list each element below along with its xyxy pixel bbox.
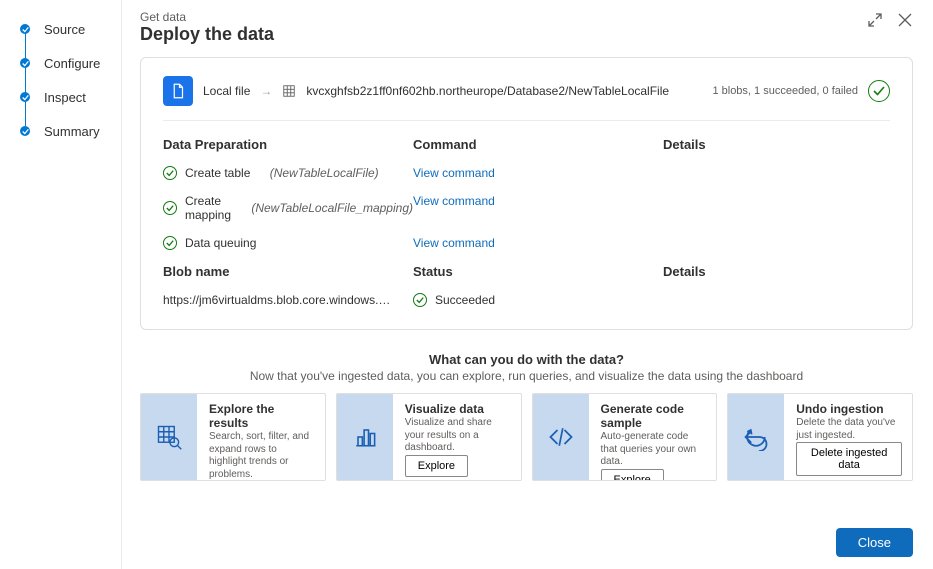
check-icon [163, 201, 177, 215]
prep-label: Create mapping [185, 194, 232, 222]
tile-title: Undo ingestion [796, 402, 902, 416]
col-details: Details [663, 137, 890, 152]
step-connector [25, 26, 26, 126]
check-icon [163, 166, 177, 180]
tile-title: Visualize data [405, 402, 511, 416]
file-icon [163, 76, 193, 106]
step-source[interactable]: Source [20, 12, 121, 46]
view-command-link[interactable]: View command [413, 194, 663, 222]
view-command-link[interactable]: View command [413, 236, 663, 250]
close-button[interactable]: Close [836, 528, 913, 557]
action-tiles: Explore the results Search, sort, filter… [140, 393, 913, 481]
details-cell [663, 166, 890, 180]
details-cell [663, 194, 890, 222]
page-title: Deploy the data [140, 24, 867, 45]
col-status: Status [413, 264, 663, 279]
col-details-2: Details [663, 264, 890, 279]
close-icon[interactable] [897, 12, 913, 28]
check-icon [20, 24, 30, 34]
prep-row: Create table (NewTableLocalFile) [163, 166, 413, 180]
prep-detail: (NewTableLocalFile_mapping) [251, 201, 413, 215]
main-panel: Get data Deploy the data Local file → kv… [122, 0, 933, 569]
prep-row: Create mapping (NewTableLocalFile_mappin… [163, 194, 413, 222]
ingest-summary: 1 blobs, 1 succeeded, 0 failed [712, 85, 858, 97]
check-icon [20, 92, 30, 102]
step-label: Summary [44, 124, 100, 139]
footer: Close [140, 512, 913, 557]
blob-status-label: Succeeded [435, 293, 495, 307]
explore-button[interactable]: Explore [405, 455, 468, 477]
undo-icon [728, 394, 784, 480]
tile-visualize: Visualize data Visualize and share your … [336, 393, 522, 481]
tile-code: Generate code sample Auto-generate code … [532, 393, 718, 481]
promo-subtitle: Now that you've ingested data, you can e… [140, 369, 913, 383]
tile-undo: Undo ingestion Delete the data you've ju… [727, 393, 913, 481]
prep-detail: (NewTableLocalFile) [270, 166, 379, 180]
col-command: Command [413, 137, 663, 152]
success-icon [868, 80, 890, 102]
page-pretitle: Get data [140, 10, 867, 24]
view-command-link[interactable]: View command [413, 166, 663, 180]
code-icon [533, 394, 589, 480]
tile-desc: Auto-generate code that queries your own… [601, 431, 707, 469]
tile-explore: Explore the results Search, sort, filter… [140, 393, 326, 481]
step-label: Inspect [44, 90, 86, 105]
col-preparation: Data Preparation [163, 137, 413, 152]
check-icon [163, 236, 177, 250]
blob-status: Succeeded [413, 293, 663, 307]
path-row: Local file → kvcxghfsb2z1ff0nf602hb.nort… [163, 76, 890, 121]
deploy-card: Local file → kvcxghfsb2z1ff0nf602hb.nort… [140, 57, 913, 330]
tile-desc: Delete the data you've just ingested. [796, 417, 902, 442]
check-icon [20, 126, 30, 136]
check-icon [413, 293, 427, 307]
source-label: Local file [203, 84, 250, 98]
table-search-icon [141, 394, 197, 480]
destination-path: kvcxghfsb2z1ff0nf602hb.northeurope/Datab… [306, 84, 669, 98]
promo-title: What can you do with the data? [140, 352, 913, 367]
step-configure[interactable]: Configure [20, 46, 121, 80]
step-label: Configure [44, 56, 100, 71]
tile-title: Generate code sample [601, 402, 707, 430]
wizard-sidebar: Source Configure Inspect Summary [0, 0, 122, 569]
tile-title: Explore the results [209, 402, 315, 430]
details-cell [663, 236, 890, 250]
prep-label: Create table [185, 166, 250, 180]
explore-button[interactable]: Explore [601, 469, 664, 482]
database-icon [282, 84, 296, 98]
expand-icon[interactable] [867, 12, 883, 28]
chart-icon [337, 394, 393, 480]
step-inspect[interactable]: Inspect [20, 80, 121, 114]
tile-desc: Search, sort, filter, and expand rows to… [209, 431, 315, 481]
arrow-icon: → [260, 84, 272, 98]
prep-label: Data queuing [185, 236, 256, 250]
step-summary[interactable]: Summary [20, 114, 121, 148]
prep-row: Data queuing [163, 236, 413, 250]
delete-ingested-button[interactable]: Delete ingested data [796, 442, 902, 476]
check-icon [20, 58, 30, 68]
col-blob: Blob name [163, 264, 413, 279]
step-label: Source [44, 22, 85, 37]
details-cell [663, 293, 890, 307]
tile-desc: Visualize and share your results on a da… [405, 417, 511, 455]
blob-url: https://jm6virtualdms.blob.core.windows.… [163, 293, 393, 307]
